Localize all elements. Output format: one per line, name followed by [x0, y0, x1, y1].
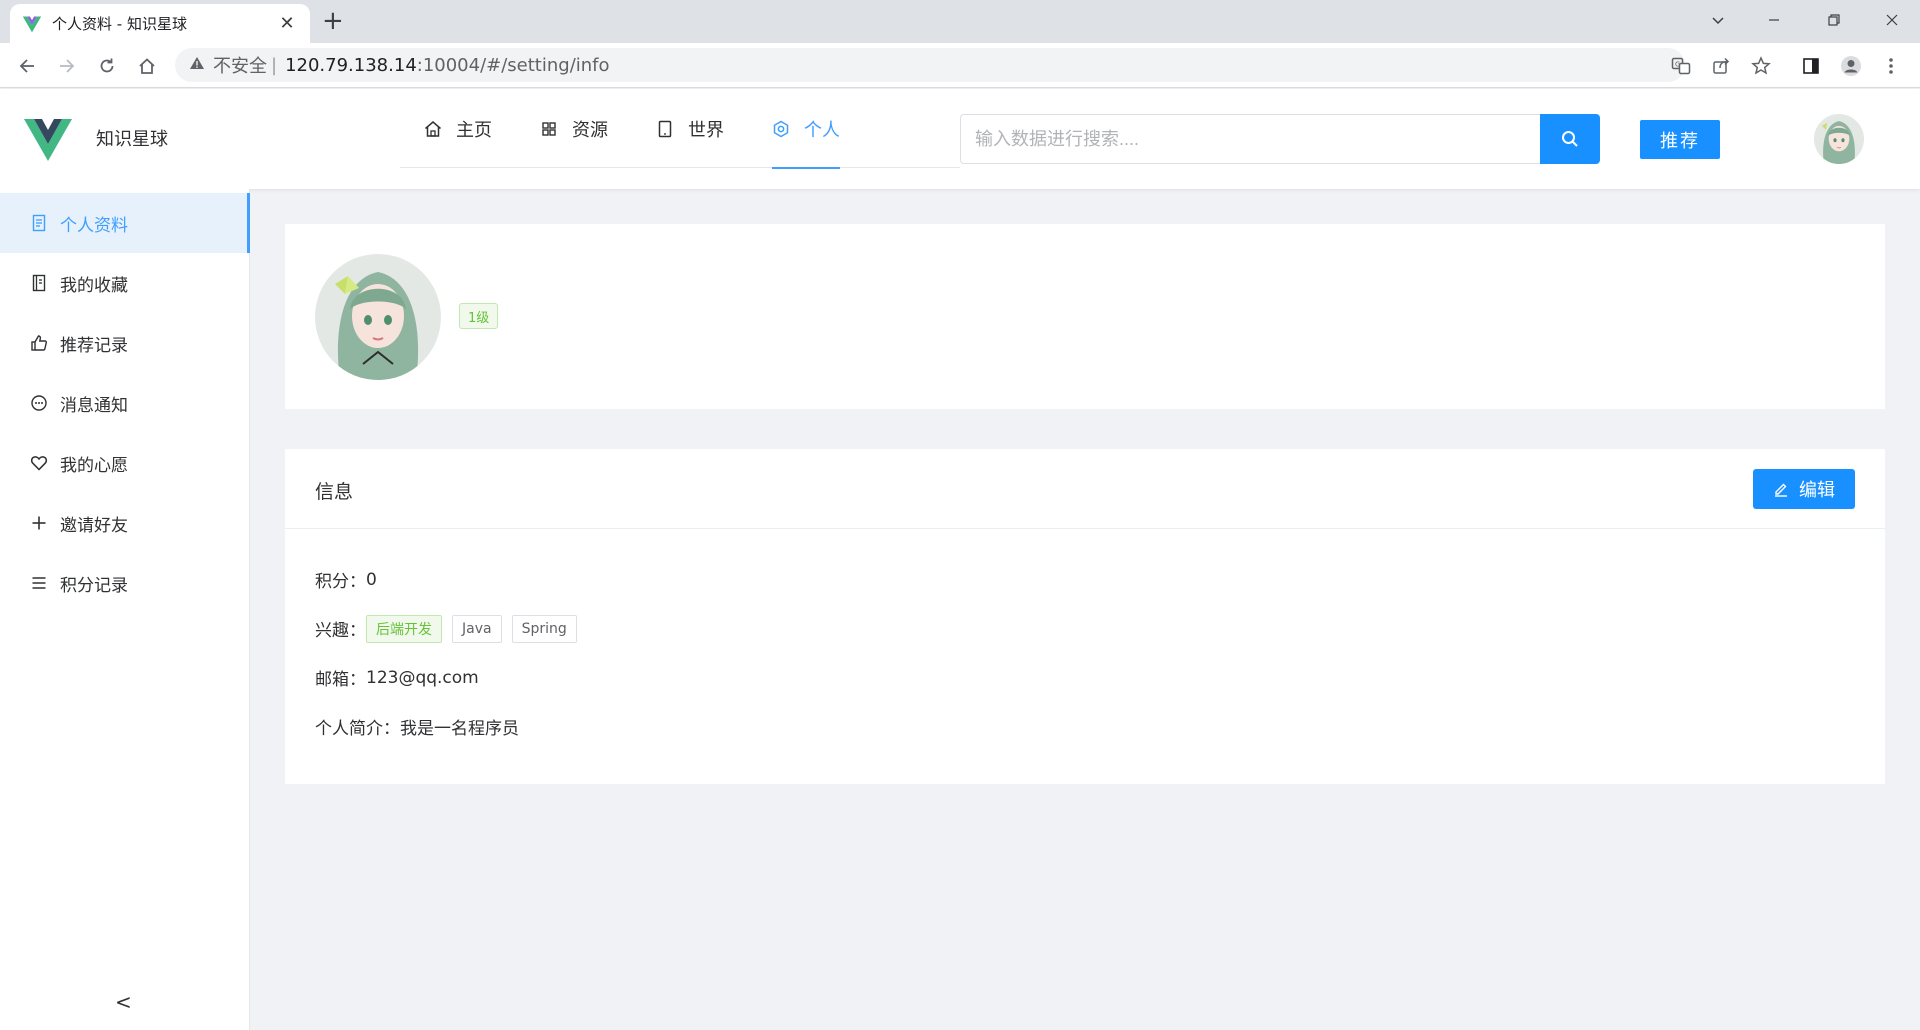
search-box — [960, 114, 1600, 164]
sidebar-item-wishes[interactable]: 我的心愿 — [0, 433, 249, 493]
sidebar-item-label: 我的收藏 — [60, 275, 128, 296]
profile-card: 1级 — [285, 224, 1885, 409]
menu-item-home[interactable]: 主页 — [400, 89, 516, 168]
grid-icon — [540, 120, 558, 138]
menu-icon — [30, 574, 48, 592]
bio-label: 个人简介： — [315, 719, 400, 739]
interest-tag: Java — [452, 614, 502, 643]
plus-icon — [30, 514, 48, 532]
home-page-icon[interactable] — [132, 51, 162, 81]
menu-item-label: 主页 — [456, 119, 492, 141]
notebook-icon — [30, 274, 48, 292]
address-host: 120.79.138.14 — [285, 54, 417, 76]
info-title: 信息 — [315, 481, 354, 503]
svg-text:G: G — [1675, 61, 1680, 69]
email-value: 123@qq.com — [366, 667, 479, 688]
new-tab-button[interactable]: + — [322, 8, 344, 34]
address-path: :10004/#/setting/info — [416, 54, 610, 76]
menu-item-world[interactable]: 世界 — [632, 89, 748, 168]
share-icon[interactable] — [1706, 51, 1736, 81]
menu-item-label: 个人 — [804, 119, 840, 141]
points-label: 积分： — [315, 572, 366, 592]
address-separator: | — [271, 54, 278, 76]
chat-dot-icon — [30, 394, 48, 412]
warning-icon — [189, 56, 205, 74]
bio-value: 我是一名程序员 — [400, 719, 519, 739]
edit-icon — [1773, 481, 1789, 497]
brand-name[interactable]: 知识星球 — [96, 125, 168, 151]
interests-label: 兴趣： — [315, 621, 366, 641]
info-card: 信息 编辑 积分： 0 兴趣： 后端开发 Java Spring 邮箱： 123… — [285, 449, 1885, 784]
sidebar-item-points-history[interactable]: 积分记录 — [0, 553, 249, 613]
menu-item-personal[interactable]: 个人 — [748, 89, 864, 169]
sidebar-item-label: 推荐记录 — [60, 335, 128, 356]
recommend-button[interactable]: 推荐 — [1640, 120, 1720, 159]
interest-tag: 后端开发 — [366, 614, 442, 643]
heart-icon — [30, 454, 48, 472]
info-body: 积分： 0 兴趣： 后端开发 Java Spring 邮箱： 123@qq.co… — [285, 529, 1885, 777]
insecure-label: 不安全 — [213, 56, 267, 77]
sidebar-item-label: 邀请好友 — [60, 515, 128, 536]
profile-icon[interactable] — [1836, 51, 1866, 81]
translate-icon[interactable]: G — [1666, 51, 1696, 81]
bio-row: 个人简介： 我是一名程序员 — [315, 702, 1855, 751]
restore-icon[interactable] — [1806, 0, 1862, 40]
more-menu-icon[interactable] — [1876, 51, 1906, 81]
profile-avatar[interactable] — [315, 254, 441, 380]
browser-tab-bar: 个人资料 - 知识星球 ✕ + — [0, 0, 1920, 43]
sidebar-item-recommend-history[interactable]: 推荐记录 — [0, 313, 249, 373]
window-close-icon[interactable] — [1864, 0, 1920, 40]
vue-favicon-icon — [22, 16, 42, 32]
sidebar-item-invite-friends[interactable]: 邀请好友 — [0, 493, 249, 553]
phone-icon — [656, 120, 674, 138]
main-menu: 主页 资源 世界 个人 — [400, 89, 960, 169]
browser-toolbar: 不安全 | 120.79.138.14 :10004/#/setting/inf… — [0, 43, 1920, 88]
home-icon — [424, 120, 442, 138]
thumb-up-icon — [30, 334, 48, 352]
gear-icon — [772, 120, 790, 138]
interests-row: 兴趣： 后端开发 Java Spring — [315, 604, 1855, 653]
address-bar[interactable]: 不安全 | 120.79.138.14 :10004/#/setting/inf… — [175, 48, 1685, 82]
sidebar-item-label: 积分记录 — [60, 575, 128, 596]
minimize-icon[interactable] — [1746, 0, 1802, 40]
tab-search-icon[interactable] — [1690, 0, 1746, 40]
reload-icon[interactable] — [92, 51, 122, 81]
side-panel-icon[interactable] — [1796, 51, 1826, 81]
browser-tab[interactable]: 个人资料 - 知识星球 ✕ — [10, 4, 310, 43]
bookmark-star-icon[interactable] — [1746, 51, 1776, 81]
forward-icon[interactable] — [52, 51, 82, 81]
sidebar-item-label: 消息通知 — [60, 395, 128, 416]
collapse-sidebar-button[interactable]: < — [115, 990, 132, 1014]
search-icon — [1562, 131, 1578, 147]
document-icon — [30, 214, 48, 232]
edit-button-label: 编辑 — [1799, 480, 1835, 501]
sidebar-item-favorites[interactable]: 我的收藏 — [0, 253, 249, 313]
sidebar-item-notifications[interactable]: 消息通知 — [0, 373, 249, 433]
sidebar-item-label: 个人资料 — [60, 215, 128, 236]
header-avatar[interactable] — [1814, 114, 1864, 164]
sidebar: 个人资料 我的收藏 推荐记录 消息通知 我的心愿 邀请好友 积分记录 < — [0, 189, 250, 1030]
points-row: 积分： 0 — [315, 555, 1855, 604]
browser-tab-title: 个人资料 - 知识星球 — [52, 15, 187, 33]
menu-item-resources[interactable]: 资源 — [516, 89, 632, 168]
app-header: 知识星球 主页 资源 世界 个人 输入数据进行搜索.... 推荐 — [0, 89, 1920, 189]
search-input[interactable] — [960, 114, 1540, 164]
edit-button[interactable]: 编辑 — [1753, 469, 1855, 509]
search-button[interactable] — [1540, 114, 1600, 164]
menu-item-label: 资源 — [572, 119, 608, 141]
back-icon[interactable] — [12, 51, 42, 81]
email-label: 邮箱： — [315, 670, 366, 690]
points-value: 0 — [366, 569, 377, 590]
email-row: 邮箱： 123@qq.com — [315, 653, 1855, 702]
sidebar-item-profile[interactable]: 个人资料 — [0, 193, 250, 253]
tab-close-icon[interactable]: ✕ — [276, 13, 298, 34]
level-badge: 1级 — [459, 303, 499, 329]
info-card-header: 信息 编辑 — [285, 449, 1885, 529]
interest-tag: Spring — [511, 614, 577, 643]
vue-logo-icon[interactable] — [24, 119, 72, 161]
menu-item-label: 世界 — [688, 119, 724, 141]
sidebar-item-label: 我的心愿 — [60, 455, 128, 476]
